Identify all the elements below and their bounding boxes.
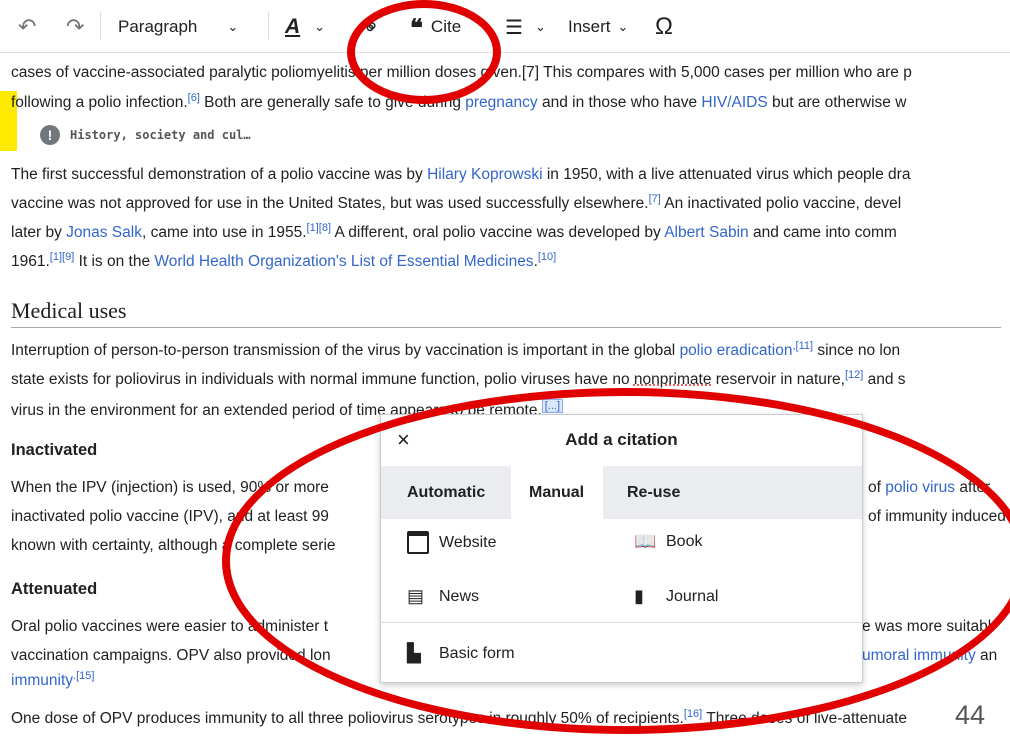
chevron-down-icon: ⌄	[314, 19, 326, 34]
editor-toolbar: ↶ ↷ Paragraph ⌄ A ⌄ ⚭ ❝ Cite ☰ ⌄ Insert …	[0, 0, 1010, 53]
article-line: Interruption of person-to-person transmi…	[11, 336, 1010, 365]
undo-icon[interactable]: ↶	[18, 14, 36, 40]
article-line: later by Jonas Salk, came into use in 19…	[11, 218, 1010, 247]
history-notice[interactable]: ! History, society and cul…	[40, 125, 251, 145]
pregnancy-link[interactable]: pregnancy	[465, 94, 537, 111]
chevron-down-icon: ⌄	[227, 19, 239, 34]
article-line: cases of vaccine-associated paralytic po…	[11, 58, 1010, 87]
redo-icon[interactable]: ↷	[66, 14, 84, 40]
paragraph-format-dropdown[interactable]: Paragraph ⌄	[118, 14, 238, 40]
chevron-down-icon: ⌄	[534, 19, 546, 34]
spellcheck-word: nonprimate	[633, 371, 712, 388]
article-line: vaccine was not approved for use in the …	[11, 189, 1010, 218]
essential-medicines-link[interactable]: World Health Organization's List of Esse…	[154, 253, 533, 270]
text: Interruption of person-to-person transmi…	[11, 342, 680, 359]
alert-icon: !	[40, 125, 60, 145]
list-icon: ☰	[505, 16, 523, 39]
text: An inactivated polio vaccine, devel	[660, 195, 902, 212]
reference-link[interactable]: .[15]	[73, 670, 94, 682]
text: reservoir in nature,	[711, 371, 845, 388]
text: The first successful demonstration of a …	[11, 166, 428, 183]
hiv-aids-link[interactable]: HIV/AIDS	[701, 94, 767, 111]
text: following a polio infection.	[11, 94, 188, 111]
text: A different, oral polio vaccine was deve…	[331, 224, 665, 241]
toolbar-separator	[268, 12, 269, 40]
text-style-icon: A	[285, 15, 301, 38]
reference-link[interactable]: [6]	[188, 92, 200, 104]
immunity-link[interactable]: immunity	[11, 672, 73, 689]
text: but are otherwise w	[767, 94, 907, 111]
toolbar-separator	[100, 12, 101, 40]
paragraph-label: Paragraph	[118, 17, 198, 36]
text: and came into comm	[748, 224, 897, 241]
special-character-icon[interactable]: Ω	[655, 13, 673, 40]
albert-sabin-link[interactable]: Albert Sabin	[664, 224, 748, 241]
reference-link[interactable]: [10]	[538, 251, 556, 263]
text: in 1950, with a live attenuated virus wh…	[542, 166, 911, 183]
article-line: The first successful demonstration of a …	[11, 160, 1010, 189]
article-line: state exists for poliovirus in individua…	[11, 365, 1010, 394]
section-subheading: Inactivated	[11, 441, 98, 459]
notice-label: History, society and cul…	[70, 128, 251, 142]
article-line: 1961.[1][9] It is on the World Health Or…	[11, 247, 1010, 276]
text: an	[975, 647, 998, 664]
text: since no lon	[813, 342, 901, 359]
text: 1961.	[11, 253, 50, 270]
dialog-annotation-circle	[222, 388, 1010, 734]
reference-link[interactable]: [1][8]	[307, 222, 331, 234]
text-style-dropdown[interactable]: A ⌄	[285, 14, 325, 40]
reference-link[interactable]: [1][9]	[50, 251, 74, 263]
section-heading: Medical uses	[11, 298, 127, 323]
slide-number: 44	[955, 700, 986, 730]
text: , came into use in 1955.	[141, 224, 307, 241]
insert-dropdown[interactable]: Insert ⌄	[568, 14, 628, 40]
jonas-salk-link[interactable]: Jonas Salk	[66, 224, 142, 241]
text: and s	[863, 371, 906, 388]
text: and in those who have	[537, 94, 702, 111]
reference-link[interactable]: [7]	[649, 193, 661, 205]
text: It is on the	[74, 253, 155, 270]
polio-eradication-link[interactable]: polio eradication	[680, 342, 793, 359]
chevron-down-icon: ⌄	[617, 19, 629, 34]
reference-link[interactable]: [12]	[845, 369, 863, 381]
reference-link[interactable]: ,[11]	[792, 340, 813, 352]
insert-label: Insert	[568, 17, 611, 36]
article-line: following a polio infection.[6] Both are…	[11, 88, 1010, 117]
hilary-koprowski-link[interactable]: Hilary Koprowski	[427, 166, 542, 183]
cite-annotation-circle	[347, 0, 501, 104]
heading-rule	[11, 327, 1001, 328]
list-dropdown[interactable]: ☰ ⌄	[505, 14, 546, 40]
section-subheading: Attenuated	[11, 580, 98, 598]
text: vaccine was not approved for use in the …	[11, 195, 649, 212]
text: state exists for poliovirus in individua…	[11, 371, 634, 388]
text: later by	[11, 224, 67, 241]
